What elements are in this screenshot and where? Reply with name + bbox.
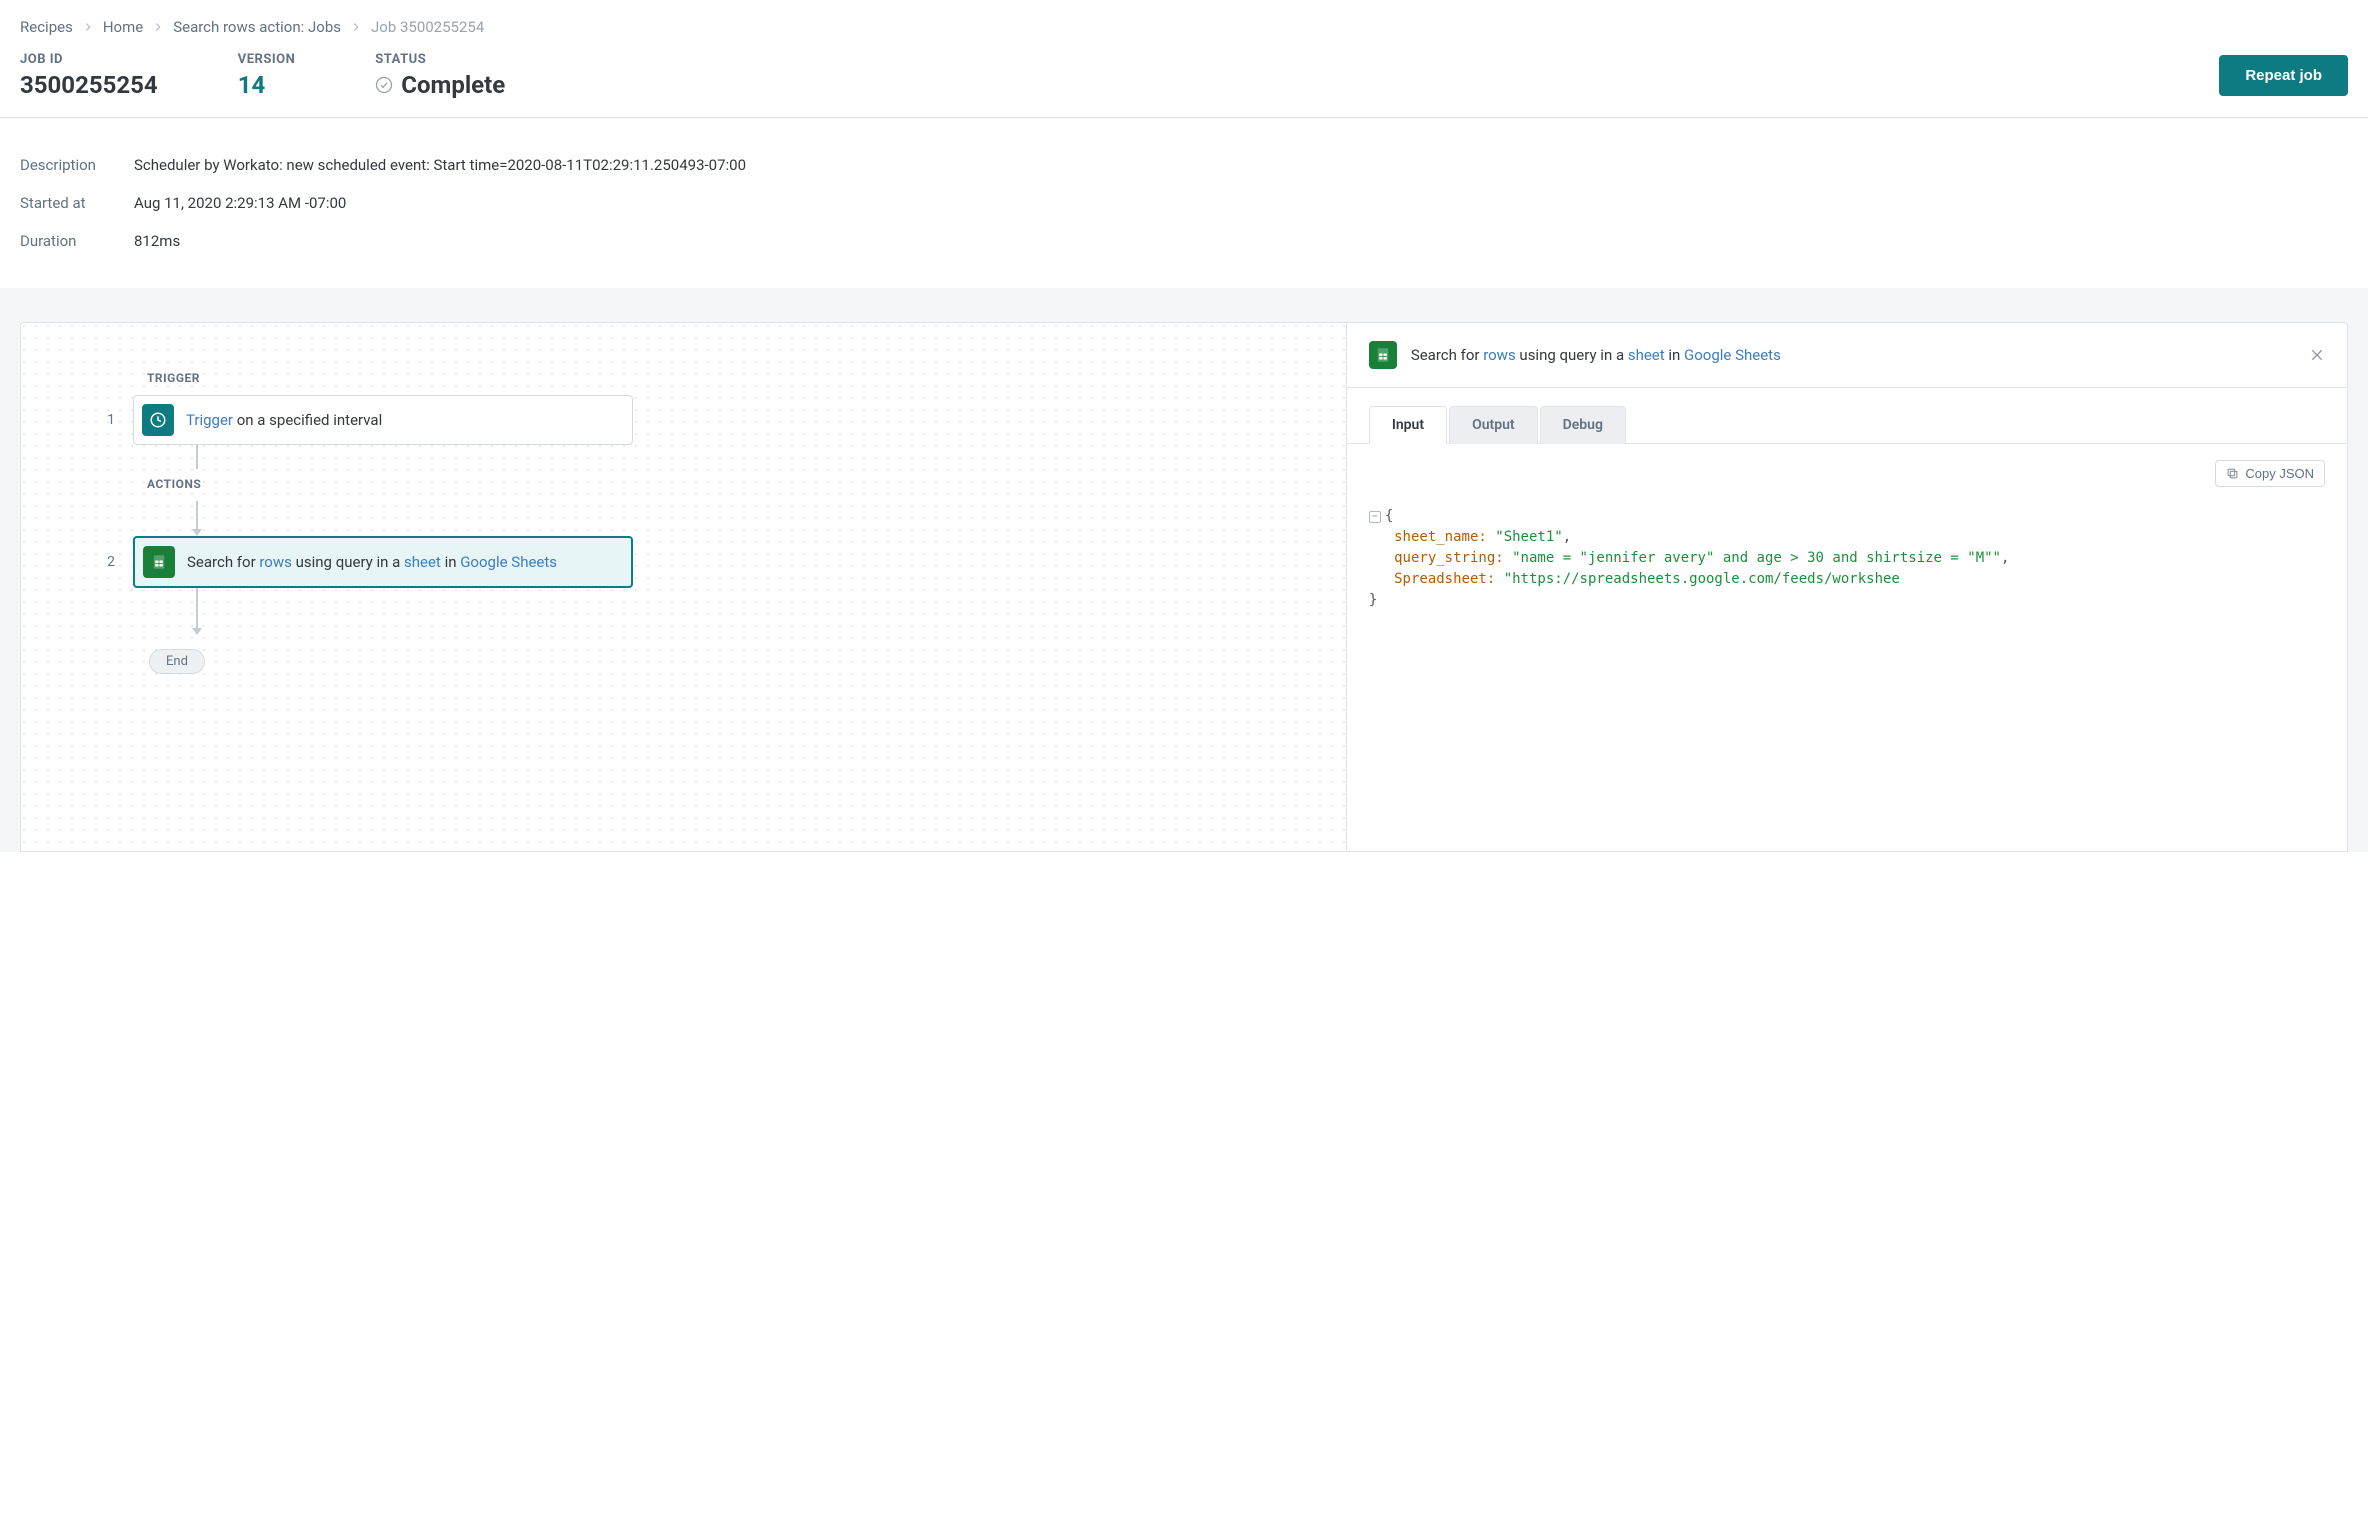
step-keyword: Trigger <box>186 411 233 429</box>
step-keyword: sheet <box>404 553 441 571</box>
job-metrics: JOB ID 3500255254 VERSION 14 STATUS Comp… <box>20 52 505 99</box>
action-step-card[interactable]: Search for rows using query in a sheet i… <box>133 536 633 588</box>
chevron-right-icon <box>349 20 363 34</box>
step-number: 1 <box>51 412 115 428</box>
started-at-label: Started at <box>20 194 134 212</box>
metric-jobid: JOB ID 3500255254 <box>20 52 158 99</box>
side-panel-header: Search for rows using query in a sheet i… <box>1347 323 2347 388</box>
json-string: "https://spreadsheets.google.com/feeds/w… <box>1504 571 1900 587</box>
flow-connector <box>196 445 198 469</box>
step-text-rest: on a specified interval <box>233 411 382 429</box>
title-part: Search for <box>1411 346 1483 364</box>
google-sheets-icon <box>1369 341 1397 369</box>
input-json-viewer: Copy JSON −{ sheet_name: "Sheet1", query… <box>1347 444 2347 652</box>
json-key: sheet_name: <box>1394 529 1487 545</box>
json-key: Spreadsheet: <box>1394 571 1495 587</box>
trigger-section-label: TRIGGER <box>147 371 1316 385</box>
title-keyword: sheet <box>1628 346 1665 364</box>
step-row: 2 Search for rows using query in a sheet… <box>51 536 1316 588</box>
jobid-value: 3500255254 <box>20 71 158 99</box>
trigger-step-card[interactable]: Trigger on a specified interval <box>133 395 633 445</box>
job-lower-area: TRIGGER 1 Trigger on a specified interva… <box>0 288 2368 852</box>
step-text-part: using query in a <box>292 553 404 571</box>
side-panel-tabs: Input Output Debug <box>1347 388 2347 444</box>
title-keyword: rows <box>1483 346 1516 364</box>
jobid-label: JOB ID <box>20 52 158 67</box>
json-string: "name = "jennifer avery" and age > 30 an… <box>1512 550 2001 566</box>
step-text-part: in <box>441 553 460 571</box>
json-comma: , <box>1563 529 1571 545</box>
tab-debug[interactable]: Debug <box>1540 406 1626 444</box>
duration-value: 812ms <box>134 232 180 250</box>
tab-output[interactable]: Output <box>1449 406 1538 444</box>
chevron-right-icon <box>81 20 95 34</box>
actions-section-label: ACTIONS <box>147 477 1316 491</box>
description-label: Description <box>20 156 134 174</box>
description-value: Scheduler by Workato: new scheduled even… <box>134 156 746 174</box>
breadcrumb-home[interactable]: Home <box>103 18 143 36</box>
action-step-text: Search for rows using query in a sheet i… <box>187 553 557 571</box>
json-key: query_string: <box>1394 550 1504 566</box>
title-keyword: Google Sheets <box>1684 346 1781 364</box>
title-part: using query in a <box>1516 346 1628 364</box>
json-brace: } <box>1369 592 1377 608</box>
clock-icon <box>142 404 174 436</box>
breadcrumb-jobs[interactable]: Search rows action: Jobs <box>173 18 341 36</box>
step-keyword: rows <box>259 553 292 571</box>
json-collapse-toggle[interactable]: − <box>1369 511 1381 523</box>
version-label: VERSION <box>238 52 296 67</box>
trigger-step-text: Trigger on a specified interval <box>186 411 382 429</box>
flow-connector <box>196 588 198 635</box>
step-row: 1 Trigger on a specified interval <box>51 395 1316 445</box>
breadcrumb-current: Job 3500255254 <box>371 18 484 36</box>
step-details-panel: Search for rows using query in a sheet i… <box>1347 323 2347 851</box>
job-header: Recipes Home Search rows action: Jobs Jo… <box>0 0 2368 118</box>
started-at-value: Aug 11, 2020 2:29:13 AM -07:00 <box>134 194 346 212</box>
version-value[interactable]: 14 <box>238 71 296 99</box>
status-label: STATUS <box>375 52 505 67</box>
metric-version: VERSION 14 <box>238 52 296 99</box>
breadcrumb-recipes[interactable]: Recipes <box>20 18 73 36</box>
status-value: Complete <box>375 71 505 99</box>
status-text: Complete <box>401 71 505 99</box>
json-string: "Sheet1" <box>1495 529 1562 545</box>
step-number: 2 <box>51 554 115 570</box>
copy-json-label: Copy JSON <box>2245 466 2314 481</box>
breadcrumb: Recipes Home Search rows action: Jobs Jo… <box>20 18 2348 36</box>
duration-label: Duration <box>20 232 134 250</box>
copy-json-button[interactable]: Copy JSON <box>2215 460 2325 487</box>
job-details: Description Scheduler by Workato: new sc… <box>0 118 2368 288</box>
step-text-part: Search for <box>187 553 259 571</box>
flow-connector <box>196 501 198 536</box>
recipe-flow-panel: TRIGGER 1 Trigger on a specified interva… <box>21 323 1347 851</box>
chevron-right-icon <box>151 20 165 34</box>
title-part: in <box>1665 346 1684 364</box>
json-brace: { <box>1385 508 1393 524</box>
flow-end-chip: End <box>149 649 205 674</box>
side-panel-title: Search for rows using query in a sheet i… <box>1411 346 2295 364</box>
metric-status: STATUS Complete <box>375 52 505 99</box>
step-keyword: Google Sheets <box>460 553 557 571</box>
close-icon[interactable] <box>2309 347 2325 363</box>
copy-icon <box>2226 467 2239 480</box>
check-circle-icon <box>375 76 393 94</box>
google-sheets-icon <box>143 546 175 578</box>
repeat-job-button[interactable]: Repeat job <box>2219 55 2348 96</box>
tab-input[interactable]: Input <box>1369 406 1447 444</box>
json-comma: , <box>2001 550 2009 566</box>
